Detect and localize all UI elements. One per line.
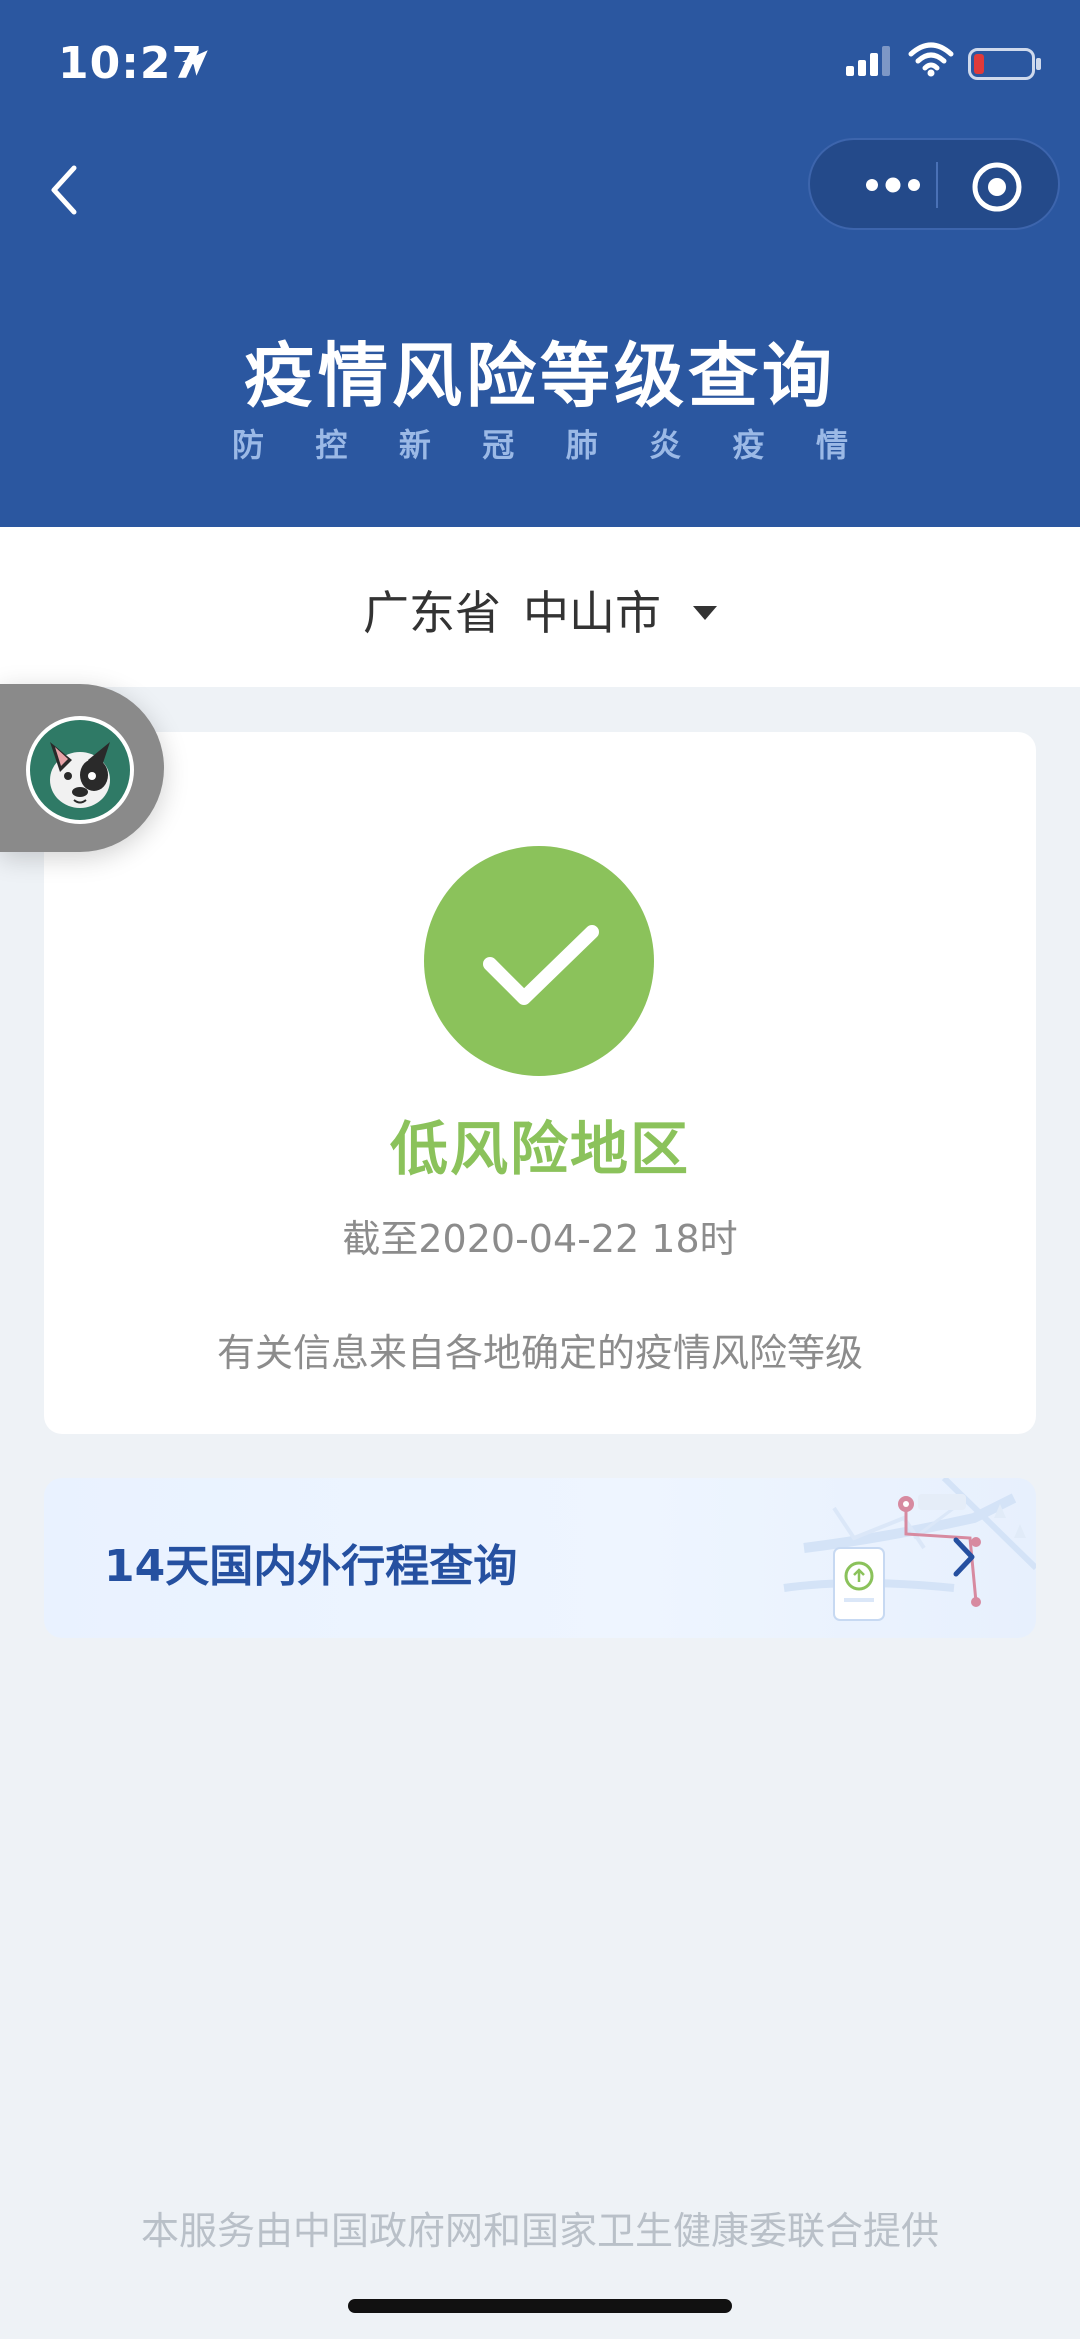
wifi-icon (908, 42, 954, 77)
page-title: 疫情风险等级查询 (244, 335, 836, 417)
subtitle-char: 冠 (482, 426, 515, 464)
subtitle-char: 肺 (565, 426, 598, 464)
trip-map-illustration (783, 1478, 1036, 1621)
mini-program-capsule (808, 138, 1060, 230)
home-indicator[interactable] (348, 2299, 732, 2313)
chevron-right-icon (953, 1537, 975, 1577)
region-selector-label[interactable]: 广东省 中山市 (0, 577, 1080, 643)
page-subtitle: 防 控 新 冠 肺 炎 疫 情 (232, 420, 848, 466)
subtitle-char: 疫 (732, 426, 765, 464)
subtitle-char: 炎 (649, 426, 682, 464)
check-circle-icon (424, 846, 654, 1076)
subtitle-char: 防 (232, 426, 265, 464)
trip-query-card[interactable]: 14天国内外行程查询 (44, 1478, 1036, 1638)
subtitle-char: 控 (315, 426, 348, 464)
header: 10:27 疫情风险等级查询 防 控 新 冠 肺 炎 疫 情 (0, 0, 1080, 527)
subtitle-char: 情 (815, 426, 848, 464)
risk-status: 低风险地区 (389, 1115, 690, 1183)
dog-avatar-icon (50, 742, 110, 808)
caret-down-icon (693, 606, 717, 620)
risk-info: 有关信息来自各地确定的疫情风险等级 (216, 1331, 863, 1375)
risk-date: 截至2020-04-22 18时 (342, 1217, 738, 1261)
more-icon[interactable] (848, 162, 938, 208)
trip-query-label: 14天国内外行程查询 (104, 1541, 518, 1592)
subtitle-char: 新 (398, 426, 431, 464)
capsule-divider (936, 162, 938, 208)
floating-avatar-button[interactable] (0, 684, 164, 852)
footer-credit: 本服务由中国政府网和国家卫生健康委联合提供 (140, 2209, 939, 2253)
location-arrow-icon (182, 50, 208, 76)
back-icon[interactable] (40, 160, 90, 220)
close-circle-icon[interactable] (970, 160, 1024, 214)
province-label: 广东省 (363, 586, 501, 640)
avatar[interactable] (26, 716, 134, 824)
region-selector[interactable]: 广东省 中山市 (0, 527, 1080, 687)
battery-icon (968, 48, 1041, 80)
signal-icon (846, 46, 890, 76)
city-label: 中山市 (523, 586, 661, 640)
risk-card: 低风险地区 截至2020-04-22 18时 有关信息来自各地确定的疫情风险等级 (44, 732, 1036, 1434)
